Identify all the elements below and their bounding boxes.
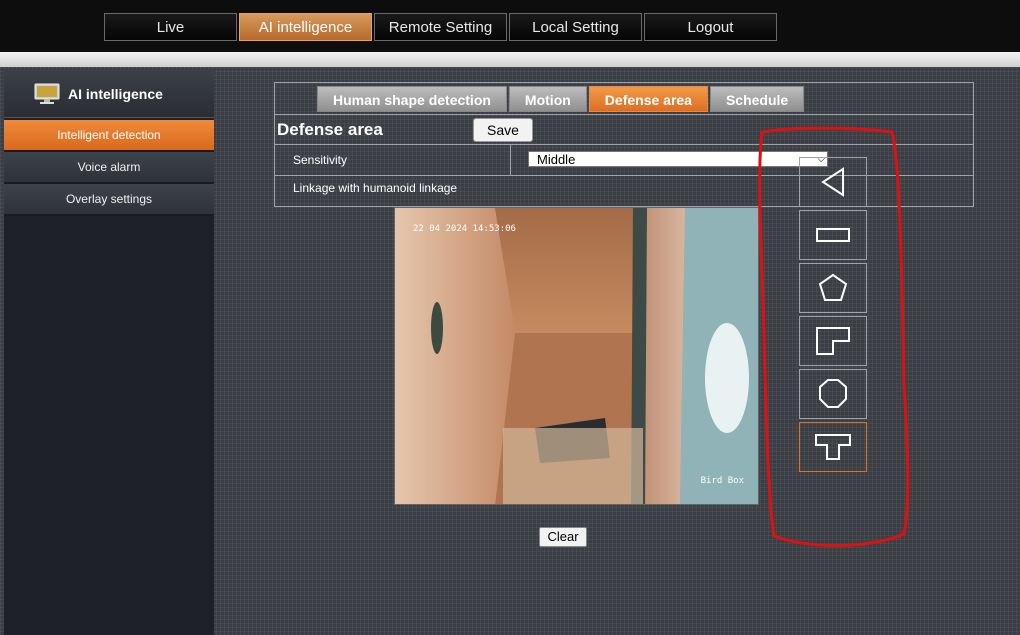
linkage-label: Linkage with humanoid linkage [293, 181, 458, 195]
sensitivity-label: Sensitivity [293, 153, 348, 167]
tab-remote-setting[interactable]: Remote Setting [374, 13, 507, 41]
camera-name: Bird Box [700, 476, 744, 486]
detection-tabs: Human shape detection Motion Defense are… [317, 86, 806, 112]
top-bar: Live AI intelligence Remote Setting Loca… [0, 0, 1020, 52]
t-shape-icon [815, 434, 851, 460]
tab-local-setting[interactable]: Local Setting [509, 13, 642, 41]
tab-ai-intelligence[interactable]: AI intelligence [239, 13, 372, 41]
divider [510, 145, 511, 176]
divider [275, 175, 973, 176]
camera-timestamp: 22 04 2024 14:53:06 [413, 224, 516, 234]
sidebar-item-voice-alarm[interactable]: Voice alarm [4, 152, 214, 184]
tab-schedule[interactable]: Schedule [709, 86, 805, 112]
rectangle-shape-button[interactable] [799, 210, 867, 260]
octagon-icon [819, 379, 847, 408]
sidebar-title: AI intelligence [68, 85, 163, 102]
tab-defense-area[interactable]: Defense area [588, 86, 708, 112]
clear-button[interactable]: Clear [539, 527, 587, 547]
pentagon-shape-button[interactable] [799, 263, 867, 313]
sidebar-item-intelligent-detection[interactable]: Intelligent detection [4, 120, 214, 152]
sensitivity-value: Middle [537, 152, 576, 167]
sidebar-item-overlay-settings[interactable]: Overlay settings [4, 184, 214, 216]
tab-logout[interactable]: Logout [644, 13, 777, 41]
camera-preview[interactable]: 22 04 2024 14:53:06 Bird Box [394, 207, 759, 505]
monitor-icon [34, 83, 60, 104]
divider [275, 114, 973, 115]
l-shape-button[interactable] [799, 316, 867, 366]
rectangle-icon [816, 228, 850, 242]
sidebar: AI intelligence Intelligent detection Vo… [4, 70, 214, 635]
tab-motion[interactable]: Motion [508, 86, 587, 112]
sensitivity-select[interactable]: Middle ⌵ [528, 151, 828, 167]
header-divider [0, 52, 1020, 67]
tab-live[interactable]: Live [104, 13, 237, 41]
triangle-icon [821, 167, 844, 197]
l-shape-icon [816, 327, 850, 355]
t-shape-button[interactable] [799, 422, 867, 472]
top-nav: Live AI intelligence Remote Setting Loca… [104, 13, 779, 41]
sidebar-header: AI intelligence [4, 70, 214, 118]
triangle-shape-button[interactable] [799, 157, 867, 207]
tab-human-shape-detection[interactable]: Human shape detection [317, 86, 507, 112]
pentagon-icon [818, 273, 848, 301]
defense-area-panel: Human shape detection Motion Defense are… [274, 82, 974, 207]
divider [275, 144, 973, 145]
save-button[interactable]: Save [473, 118, 533, 142]
page-title: Defense area [277, 120, 383, 139]
octagon-shape-button[interactable] [799, 369, 867, 419]
camera-image [395, 208, 758, 504]
